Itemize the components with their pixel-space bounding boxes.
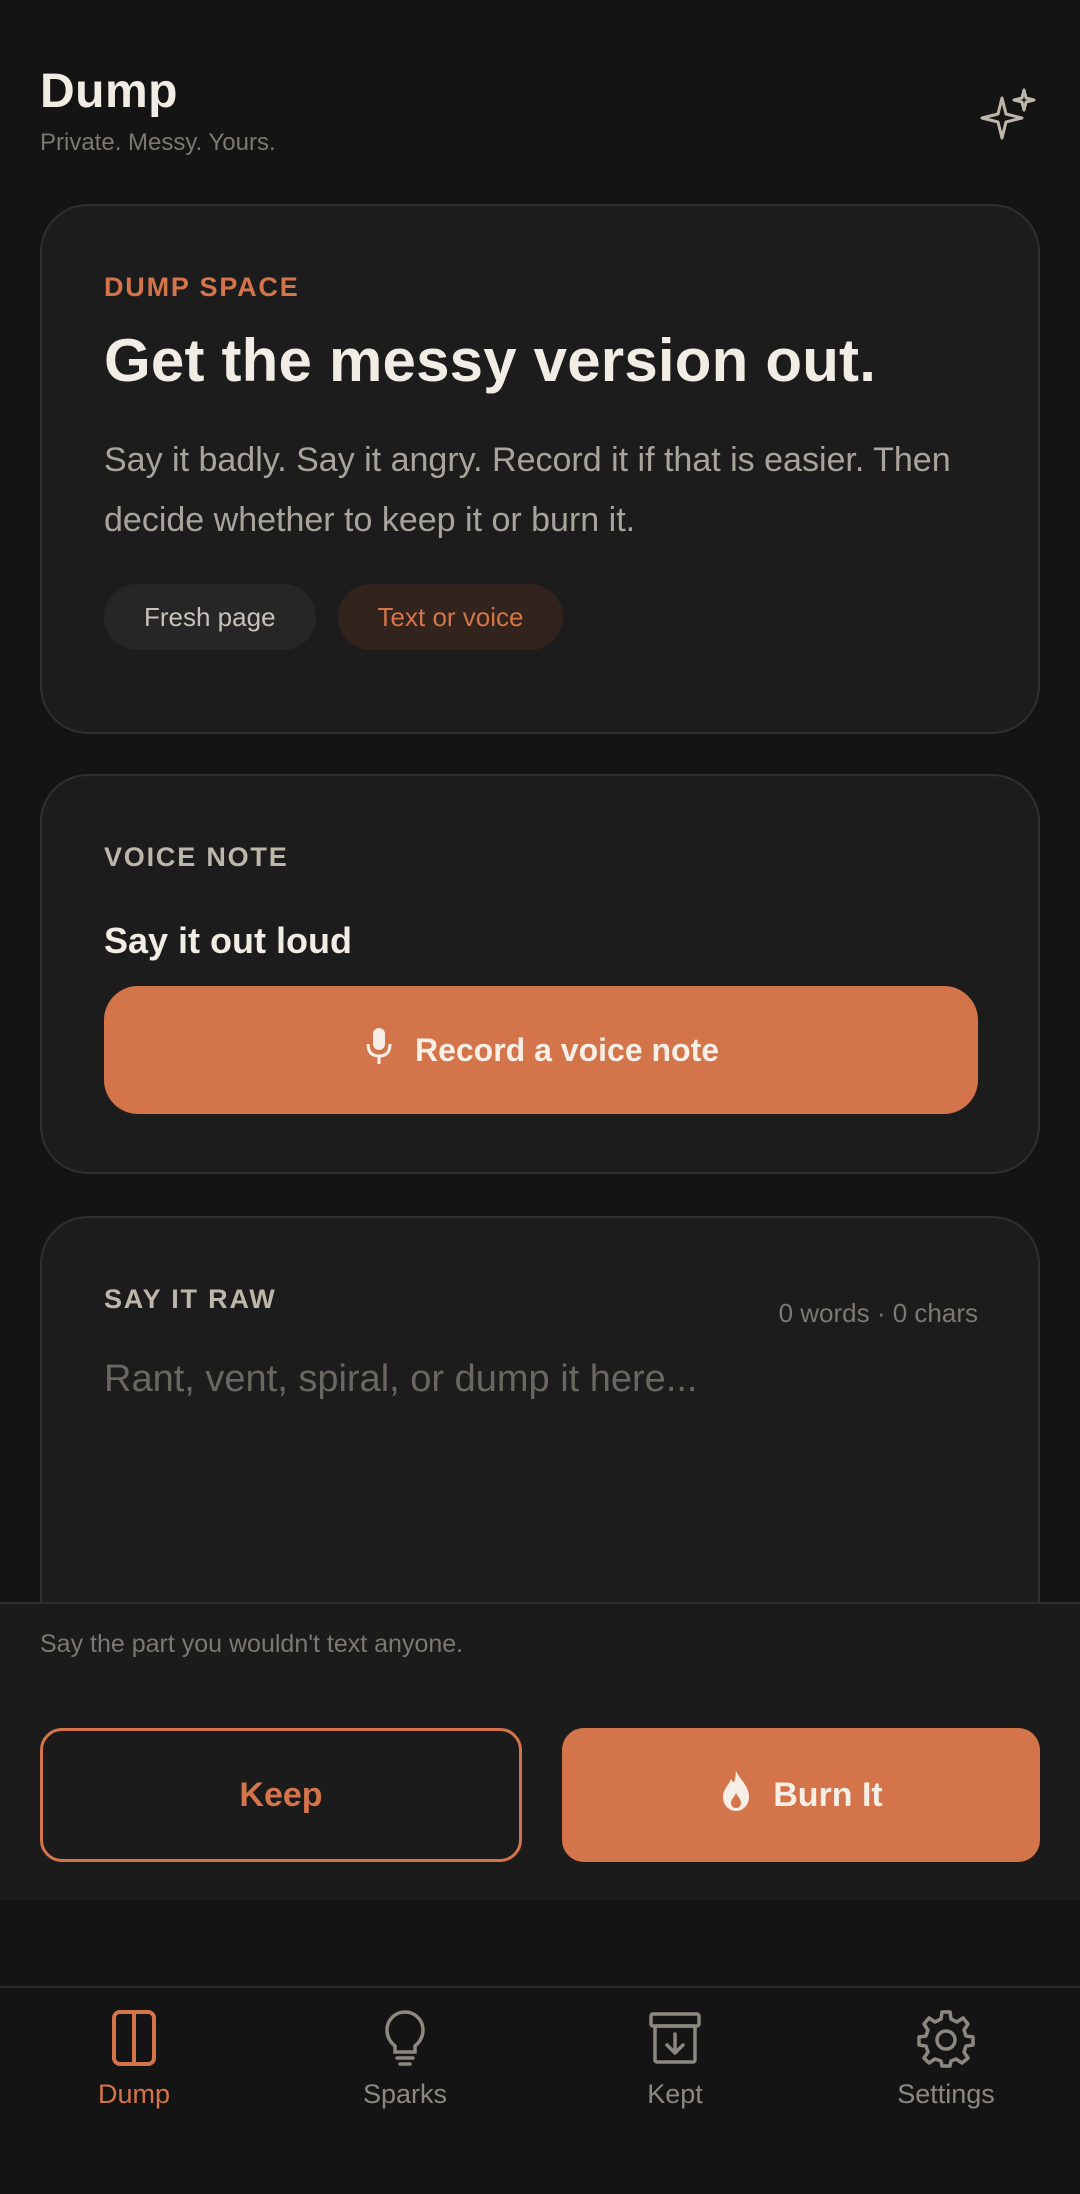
keep-label: Keep — [239, 1775, 323, 1814]
keep-button[interactable]: Keep — [40, 1728, 522, 1862]
flame-icon — [719, 1769, 753, 1822]
app-header: Dump Private. Messy. Yours. — [40, 64, 1040, 174]
voice-note-heading: Say it out loud — [104, 920, 352, 961]
book-icon — [104, 2008, 164, 2073]
action-hint: Say the part you wouldn't text anyone. — [40, 1630, 464, 1658]
record-voice-note-label: Record a voice note — [414, 1031, 720, 1068]
nav-item-dump[interactable]: Dump — [34, 2008, 234, 2128]
sparkles-icon[interactable] — [976, 84, 1040, 148]
app-title: Dump — [40, 65, 178, 118]
nav-item-kept[interactable]: Kept — [575, 2008, 775, 2128]
record-voice-note-button[interactable]: Record a voice note — [104, 986, 978, 1114]
voice-note-label: VOICE NOTE — [104, 842, 289, 872]
dump-text-input[interactable] — [104, 1358, 978, 1638]
say-it-raw-label: SAY IT RAW — [104, 1284, 277, 1314]
microphone-icon — [363, 1026, 395, 1074]
nav-label-sparks: Sparks — [362, 2079, 448, 2109]
nav-item-settings[interactable]: Settings — [846, 2008, 1046, 2128]
archive-icon — [645, 2008, 705, 2073]
voice-note-card: VOICE NOTE Say it out loud Record a voic… — [40, 774, 1040, 1174]
dump-space-label: DUMP SPACE — [104, 272, 300, 302]
word-char-count: 0 words · 0 chars — [778, 1298, 978, 1328]
dump-headline: Get the messy version out. — [104, 327, 877, 394]
burn-it-button[interactable]: Burn It — [562, 1728, 1040, 1862]
dump-space-card: DUMP SPACE Get the messy version out. Sa… — [40, 204, 1040, 734]
bottom-nav: Dump Sparks Kept Settings — [0, 1986, 1080, 2194]
action-bar: Say the part you wouldn't text anyone. K… — [0, 1602, 1080, 1900]
lightbulb-icon — [375, 2008, 435, 2073]
app-subtitle: Private. Messy. Yours. — [40, 129, 276, 156]
dump-pills: Fresh page Text or voice — [104, 584, 564, 650]
nav-label-kept: Kept — [647, 2079, 703, 2109]
nav-item-sparks[interactable]: Sparks — [305, 2008, 505, 2128]
nav-label-dump: Dump — [97, 2079, 171, 2109]
dump-description: Say it badly. Say it angry. Record it if… — [104, 441, 951, 539]
nav-label-settings: Settings — [897, 2079, 995, 2109]
fresh-page-pill[interactable]: Fresh page — [104, 584, 316, 650]
burn-it-label: Burn It — [773, 1775, 883, 1814]
gear-icon — [916, 2008, 976, 2073]
dump-screen: Dump Private. Messy. Yours. DUMP SPACE G… — [0, 0, 1080, 2194]
text-or-voice-pill[interactable]: Text or voice — [337, 584, 564, 650]
